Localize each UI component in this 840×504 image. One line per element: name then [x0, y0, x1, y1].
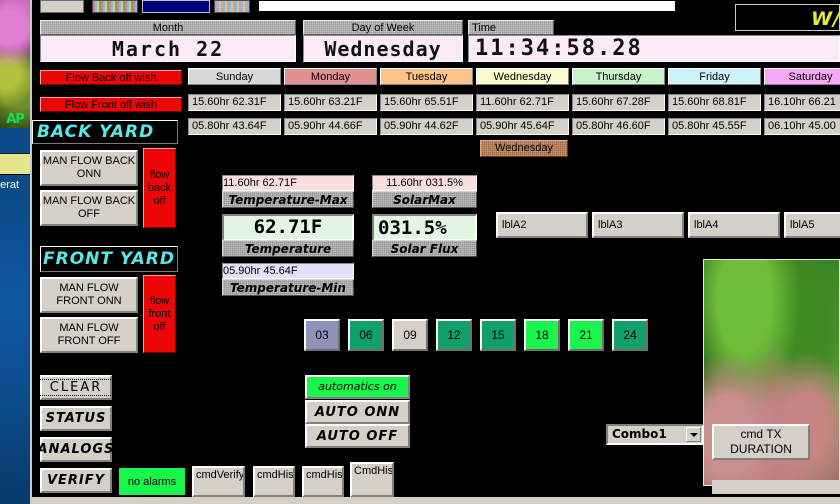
day-of-week-value: Wednesday [303, 35, 463, 62]
status-button[interactable]: STATUS [40, 406, 112, 431]
day-max-friday: 15.60hr 68.81F [668, 94, 761, 111]
back-yard-title: BACK YARD [32, 120, 178, 144]
toolbar-button-1[interactable] [40, 0, 84, 13]
day-max-wednesday: 11.60hr 62.71F [476, 94, 569, 111]
toolbar-thumbnail-icon-2[interactable] [214, 0, 250, 13]
clear-button[interactable]: CLEAR [38, 375, 114, 400]
brand-logo-text: W/ [811, 8, 840, 30]
flow-back-wish-lamp: Flow Back off wish [40, 70, 182, 85]
auto-onn-button[interactable]: AUTO ONN [305, 400, 410, 424]
cmd-tx-duration-button[interactable]: cmd TX DURATION [712, 424, 810, 460]
verify-button[interactable]: VERIFY [40, 468, 112, 493]
day-min-thursday: 05.80hr 46.60F [572, 118, 665, 135]
alarm-status-lamp: no alarms [119, 468, 185, 495]
hour-button-03[interactable]: 03 [304, 319, 340, 351]
day-min-monday: 05.90hr 44.66F [284, 118, 377, 135]
hour-button-06[interactable]: 06 [348, 319, 384, 351]
auto-off-button[interactable]: AUTO OFF [305, 424, 410, 448]
day-max-saturday: 16.10hr 66.21 [764, 94, 840, 111]
brand-logo-box: W/ [735, 4, 840, 31]
hour-button-15[interactable]: 15 [480, 319, 516, 351]
solar-max-value: 11.60hr 031.5% [372, 175, 477, 191]
toolbar-white-field[interactable] [258, 0, 676, 12]
day-min-tuesday: 05.90hr 44.62F [380, 118, 473, 135]
day-of-week-caption: Day of Week [303, 20, 463, 35]
toolbar-thumbnail-icon-1[interactable] [92, 0, 138, 13]
cmd-hist-3-button[interactable]: CmdHist3 [350, 462, 394, 497]
temperature-caption: Temperature [222, 240, 354, 257]
day-min-wednesday: 05.90hr 45.64F [476, 118, 569, 135]
day-max-monday: 15.60hr 63.21F [284, 94, 377, 111]
solar-flux-value: 031.5% [372, 214, 477, 241]
bottom-bar [32, 497, 840, 504]
rail-label-band[interactable]: perat [0, 175, 30, 196]
combo-selected-value: Combo1 [612, 427, 667, 441]
photo-base-strip [712, 480, 840, 494]
combo-select[interactable]: Combo1 [606, 424, 704, 445]
temperature-max-caption: Temperature-Max [222, 191, 354, 208]
chevron-down-icon[interactable] [686, 427, 701, 442]
man-flow-back-onn-button[interactable]: MAN FLOW BACK ONN [40, 150, 138, 186]
temperature-min-value: 05.90hr 45.64F [222, 263, 354, 279]
day-header-monday: Monday [284, 68, 377, 85]
rail-yellow-band[interactable] [0, 154, 30, 175]
day-min-friday: 05.80hr 45.55F [668, 118, 761, 135]
man-flow-front-off-button[interactable]: MAN FLOW FRONT OFF [40, 317, 138, 353]
toolbar-selected-item[interactable] [142, 0, 210, 13]
rail-blue-panel-top[interactable] [0, 128, 30, 154]
today-tag: Wednesday [480, 140, 568, 157]
cmd-hist-2-button[interactable]: cmdHist [302, 466, 344, 497]
day-max-thursday: 15.60hr 67.28F [572, 94, 665, 111]
temperature-value: 62.71F [222, 214, 354, 241]
day-header-thursday: Thursday [572, 68, 665, 85]
hour-button-18[interactable]: 18 [524, 319, 560, 351]
spare-label-lbla5: lblA5 [784, 212, 840, 238]
day-header-wednesday: Wednesday [476, 68, 569, 85]
hour-button-24[interactable]: 24 [612, 319, 648, 351]
flow-front-wish-lamp: Flow Front off wish [40, 97, 182, 112]
man-flow-back-off-button[interactable]: MAN FLOW BACK OFF [40, 190, 138, 226]
left-rail: AP perat [0, 0, 30, 504]
flow-back-status-lamp: flow back off [143, 148, 176, 228]
time-value: 11:34:58.28 [468, 35, 840, 62]
day-header-tuesday: Tuesday [380, 68, 473, 85]
day-min-sunday: 05.80hr 43.64F [188, 118, 281, 135]
spare-label-lbla3: lblA3 [592, 212, 684, 238]
month-value: March 22 [40, 35, 296, 62]
day-max-tuesday: 15.60hr 65.51F [380, 94, 473, 111]
cmd-verify-button[interactable]: cmdVerifyL [192, 466, 245, 497]
solar-flux-caption: Solar Flux [372, 240, 477, 257]
man-flow-front-onn-button[interactable]: MAN FLOW FRONT ONN [40, 277, 138, 313]
temperature-min-caption: Temperature-Min [222, 279, 354, 296]
rail-blue-panel-bottom [0, 196, 30, 504]
spare-label-lbla2: lblA2 [496, 212, 588, 238]
day-of-week-field: Day of Week Wednesday [303, 20, 463, 62]
cmd-hist-1-button[interactable]: cmdHist [253, 466, 295, 497]
spare-label-lbla4: lblA4 [688, 212, 780, 238]
solar-max-caption: SolarMax [372, 191, 477, 208]
day-header-sunday: Sunday [188, 68, 281, 85]
time-caption: Time [468, 20, 554, 35]
day-header-friday: Friday [668, 68, 761, 85]
rail-flower-photo [0, 0, 30, 128]
rail-logo-text: AP [6, 111, 25, 127]
automatics-status-lamp: automatics on [305, 375, 410, 399]
day-header-saturday: Saturday [764, 68, 840, 85]
temperature-max-value: 11.60hr 62.71F [222, 175, 354, 191]
day-min-saturday: 06.10hr 45.00 [764, 118, 840, 135]
clear-button-label: CLEAR [38, 379, 114, 396]
front-yard-title: FRONT YARD [40, 246, 178, 272]
flow-front-status-lamp: flow front off [143, 275, 176, 353]
hour-button-09[interactable]: 09 [392, 319, 428, 351]
application-window: AP perat W/ Month March 22 Day of Week W… [0, 0, 840, 504]
month-caption: Month [40, 20, 296, 35]
hour-button-12[interactable]: 12 [436, 319, 472, 351]
rail-label-text: perat [0, 179, 20, 191]
day-max-sunday: 15.60hr 62.31F [188, 94, 281, 111]
hour-button-21[interactable]: 21 [568, 319, 604, 351]
month-field: Month March 22 [40, 20, 296, 62]
analogs-button[interactable]: ANALOGS [38, 437, 113, 462]
